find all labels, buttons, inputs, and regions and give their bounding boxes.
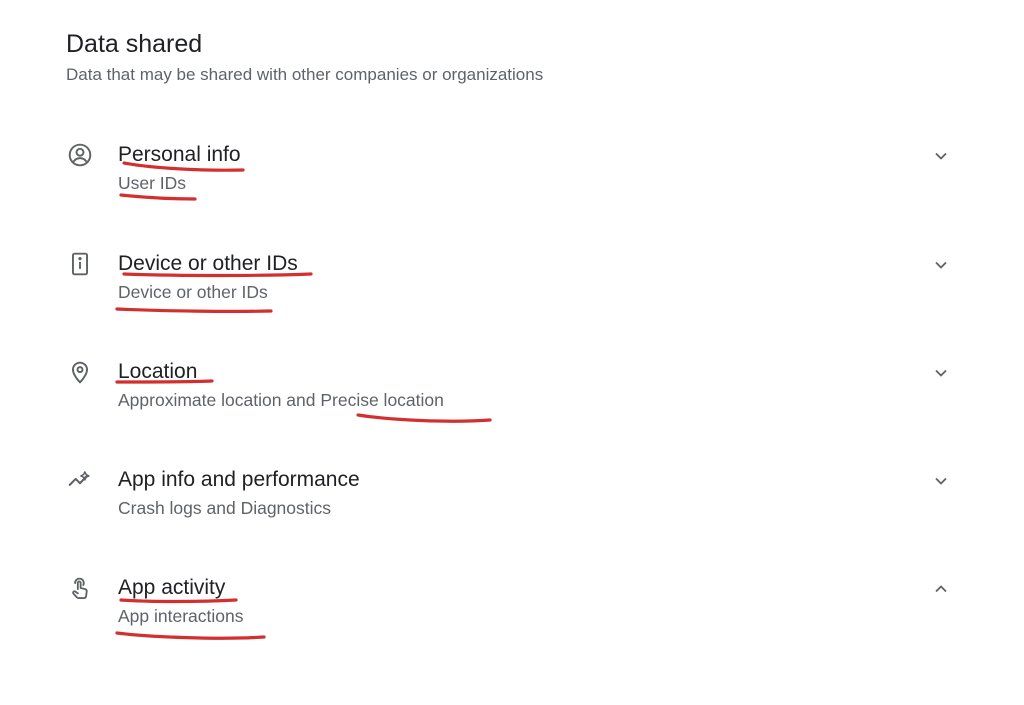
data-item-device-ids[interactable]: Device or other IDs Device or other IDs [0, 250, 1024, 340]
account-circle-icon [66, 141, 94, 169]
location-pin-icon [66, 358, 94, 386]
data-item-personal-info[interactable]: Personal info User IDs [0, 141, 1024, 231]
data-item-description: Crash logs and Diagnostics [118, 498, 332, 518]
data-item-title: Device or other IDs [118, 252, 298, 275]
chevron-down-icon[interactable] [928, 468, 954, 494]
device-id-icon [66, 250, 94, 278]
data-item-title: App info and performance [118, 468, 360, 491]
chevron-down-icon[interactable] [928, 360, 954, 386]
data-item-app-activity[interactable]: App activity App interactions [0, 574, 1024, 664]
section-subtitle: Data that may be shared with other compa… [66, 65, 544, 84]
data-item-title: Personal info [118, 143, 241, 166]
section-header: Data shared Data that may be shared with… [66, 28, 543, 87]
chevron-up-icon[interactable] [928, 576, 954, 602]
app-performance-icon [66, 466, 94, 494]
section-title: Data shared [66, 30, 203, 58]
data-item-description: Device or other IDs [118, 282, 268, 302]
data-item-description: App interactions [118, 606, 244, 626]
chevron-down-icon[interactable] [928, 143, 954, 169]
data-item-title: Location [118, 360, 198, 383]
data-item-location[interactable]: Location Approximate location and Precis… [0, 358, 1024, 448]
data-item-title: App activity [118, 576, 226, 599]
data-item-description: User IDs [118, 173, 187, 193]
chevron-down-icon[interactable] [928, 252, 954, 278]
data-item-description: Approximate location and Precise locatio… [118, 390, 444, 410]
touch-hand-icon [66, 574, 94, 602]
data-item-app-info-performance[interactable]: App info and performance Crash logs and … [0, 466, 1024, 556]
